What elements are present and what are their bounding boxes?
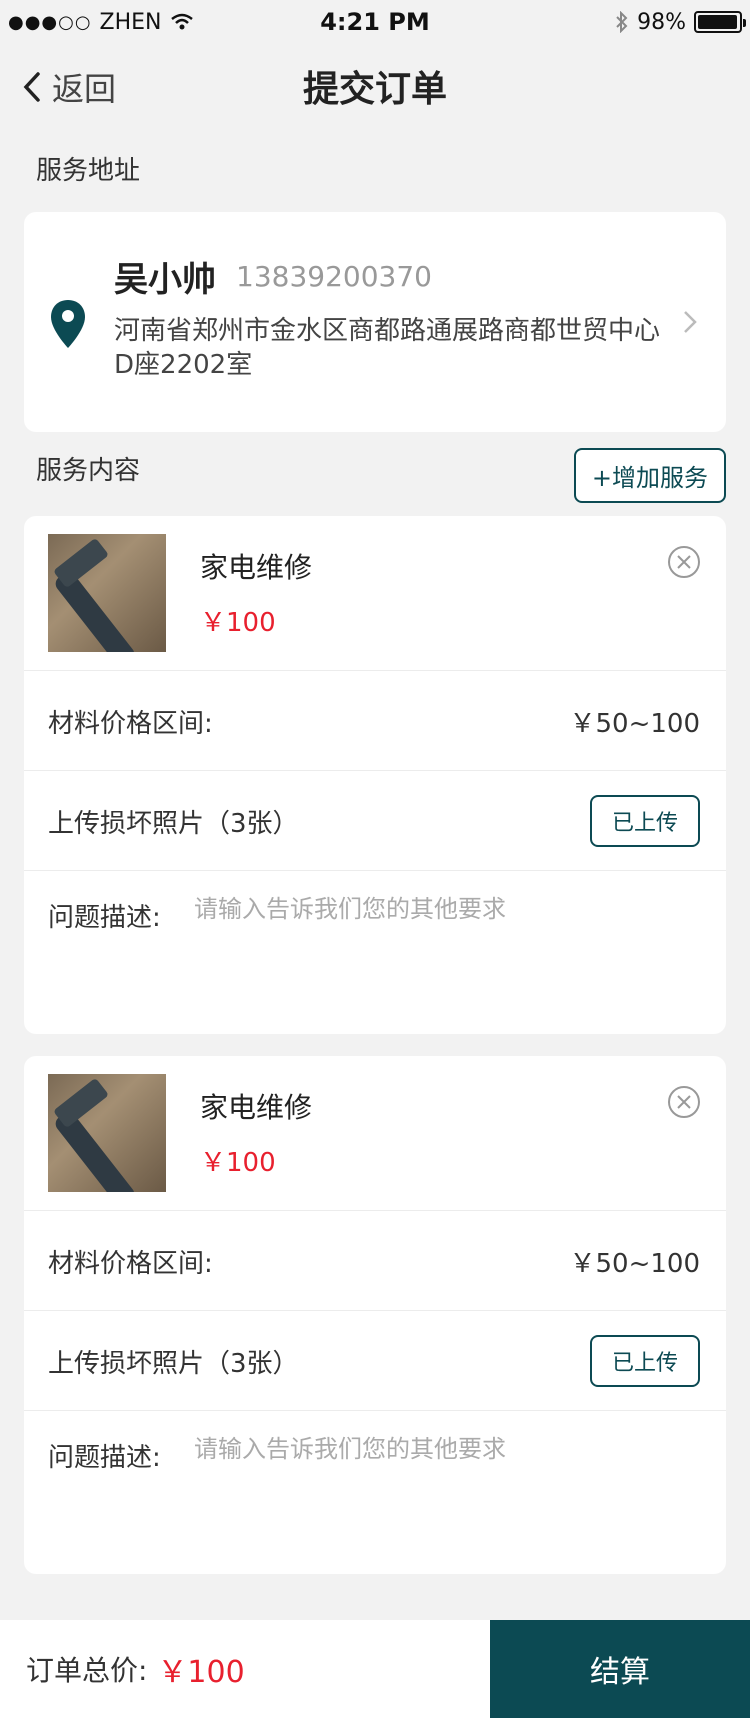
total-label: 订单总价: (26, 1654, 148, 1687)
back-label: 返回 (52, 70, 117, 108)
upload-photos-row: 上传损坏照片（3张） 已上传 (24, 1310, 726, 1410)
service-price: ￥100 (200, 1148, 276, 1178)
description-input[interactable] (194, 1435, 694, 1463)
material-range-label: 材料价格区间: (48, 1249, 213, 1279)
material-range-value: ￥50~100 (569, 709, 701, 739)
remove-service-icon[interactable] (666, 1084, 702, 1120)
upload-photos-row: 上传损坏照片（3张） 已上传 (24, 770, 726, 870)
location-pin-icon (51, 300, 85, 348)
address-section-title: 服务地址 (36, 156, 141, 186)
checkout-button[interactable]: 结算 (490, 1620, 750, 1718)
add-service-button[interactable]: +增加服务 (573, 448, 726, 503)
material-range-row: 材料价格区间: ￥50~100 (24, 1210, 726, 1310)
service-card: 家电维修 ￥100 材料价格区间: ￥50~100 上传损坏照片（3张） 已上传… (24, 516, 726, 1034)
material-range-label: 材料价格区间: (48, 709, 213, 739)
total-value: ￥100 (157, 1655, 245, 1690)
chevron-left-icon (23, 72, 40, 102)
material-range-value: ￥50~100 (569, 1249, 701, 1279)
battery-percent: 98% (637, 9, 686, 35)
upload-photos-label: 上传损坏照片（3张） (48, 1349, 299, 1379)
nav-bar: 返回 提交订单 (0, 44, 750, 128)
address-detail: 河南省郑州市金水区商都路通展路商都世贸中心D座2202室 (114, 316, 661, 380)
description-input[interactable] (194, 895, 694, 923)
services-header: 服务内容 +增加服务 (0, 448, 750, 503)
bluetooth-icon (616, 11, 628, 33)
problem-description-row: 问题描述: (24, 870, 726, 1034)
chevron-right-icon (684, 311, 697, 333)
carrier-label: ZHEN (99, 9, 162, 35)
upload-photos-label: 上传损坏照片（3张） (48, 809, 299, 839)
description-label: 问题描述: (48, 903, 161, 933)
back-button[interactable]: 返回 (22, 64, 116, 110)
signal-icon: ●●●○○ (8, 11, 92, 33)
service-name: 家电维修 (200, 1091, 313, 1124)
bottom-bar: 订单总价: ￥100 结算 (0, 1620, 750, 1718)
status-left: ●●●○○ ZHEN (8, 10, 194, 35)
service-thumbnail (48, 1074, 166, 1192)
contact-name: 吴小帅 (114, 260, 216, 300)
status-bar: ●●●○○ ZHEN 4:21 PM 98% (0, 0, 750, 44)
uploaded-button[interactable]: 已上传 (589, 1335, 700, 1387)
contact-phone: 13839200370 (236, 260, 432, 293)
service-card: 家电维修 ￥100 材料价格区间: ￥50~100 上传损坏照片（3张） 已上传… (24, 1056, 726, 1574)
uploaded-button[interactable]: 已上传 (589, 795, 700, 847)
service-name: 家电维修 (200, 551, 313, 584)
remove-service-icon[interactable] (666, 544, 702, 580)
order-total: 订单总价: ￥100 (0, 1620, 490, 1718)
description-label: 问题描述: (48, 1443, 161, 1473)
address-card[interactable]: 吴小帅 13839200370 河南省郑州市金水区商都路通展路商都世贸中心D座2… (24, 212, 726, 432)
status-right: 98% (615, 9, 746, 35)
service-price: ￥100 (200, 608, 276, 638)
material-range-row: 材料价格区间: ￥50~100 (24, 670, 726, 770)
wifi-icon (170, 13, 193, 30)
battery-icon (694, 11, 746, 33)
service-item-header: 家电维修 ￥100 (24, 516, 726, 670)
service-thumbnail (48, 534, 166, 652)
battery-fill (698, 15, 738, 29)
problem-description-row: 问题描述: (24, 1410, 726, 1574)
service-item-header: 家电维修 ￥100 (24, 1056, 726, 1210)
